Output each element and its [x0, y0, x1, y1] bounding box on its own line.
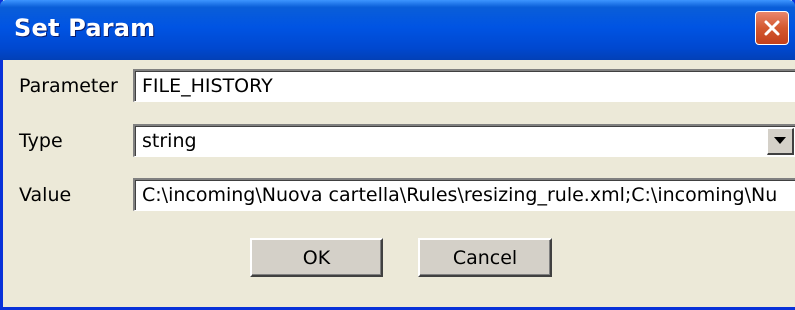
close-button[interactable] [755, 11, 789, 45]
type-label: Type [19, 130, 63, 152]
value-label: Value [19, 184, 72, 206]
cancel-button[interactable]: Cancel [418, 238, 552, 277]
title-bar[interactable]: Set Param [0, 0, 795, 60]
type-dropdown-button[interactable] [767, 128, 794, 155]
close-x-icon [764, 20, 780, 36]
dropdown-arrow-icon [774, 137, 786, 144]
set-param-dialog: Set Param Parameter FILE_HISTORY Type st… [0, 0, 795, 310]
parameter-label: Parameter [19, 75, 118, 97]
ok-button[interactable]: OK [250, 238, 383, 277]
value-field[interactable]: C:\incoming\Nuova cartella\Rules\resizin… [133, 178, 795, 211]
dialog-body: Parameter FILE_HISTORY Type string Value… [6, 60, 795, 307]
type-select[interactable]: string [133, 124, 795, 157]
dialog-title: Set Param [14, 14, 156, 42]
parameter-field[interactable]: FILE_HISTORY [133, 69, 795, 102]
type-selected-value: string [142, 130, 197, 152]
